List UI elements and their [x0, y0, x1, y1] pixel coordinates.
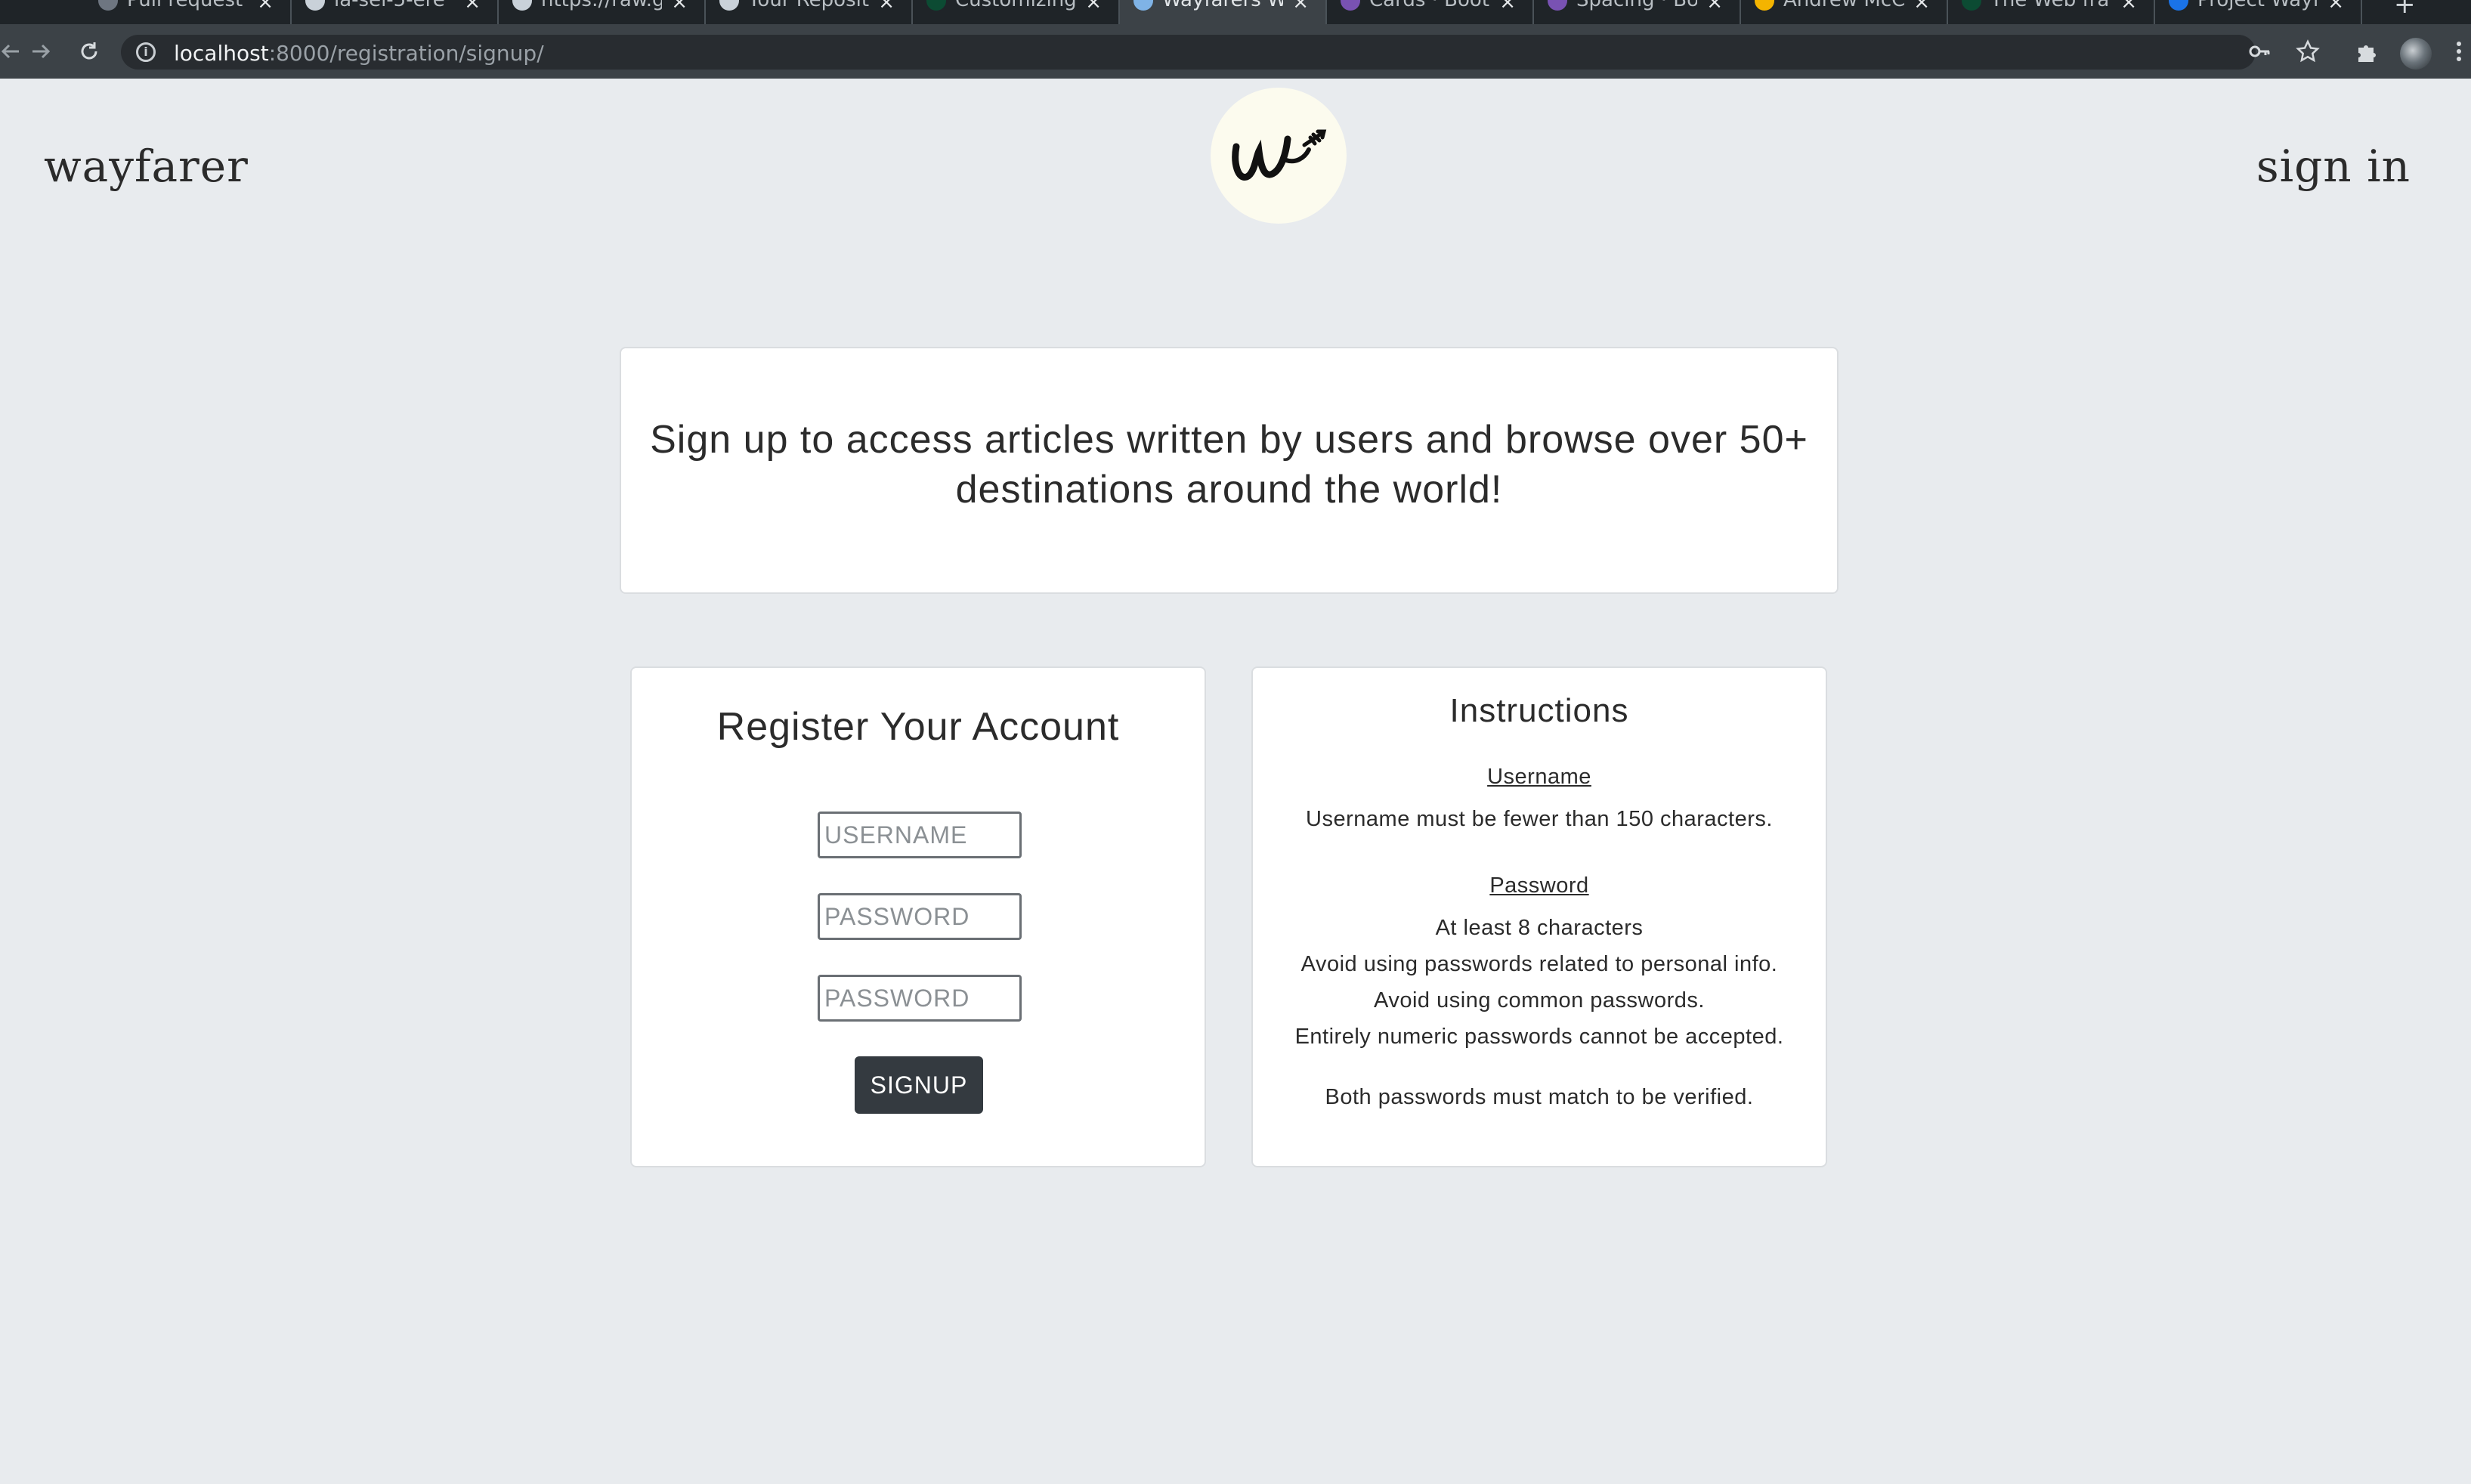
- tab-close-icon[interactable]: ×: [878, 0, 895, 14]
- browser-tab[interactable]: Customizing ×: [913, 0, 1120, 24]
- kebab-menu-icon[interactable]: [2447, 35, 2471, 68]
- password-confirm-input[interactable]: [818, 975, 1022, 1022]
- tab-favicon-icon: [2169, 0, 2188, 11]
- browser-toolbar: i localhost:8000/registration/signup/: [0, 24, 2471, 79]
- register-card: Register Your Account SIGNUP: [630, 666, 1206, 1167]
- address-bar[interactable]: i localhost:8000/registration/signup/: [121, 35, 2256, 70]
- username-input[interactable]: [818, 812, 1022, 858]
- browser-tab[interactable]: la-sei-5-ere ×: [292, 0, 499, 24]
- intro-card: Sign up to access articles written by us…: [620, 347, 1839, 594]
- tab-close-icon[interactable]: ×: [257, 0, 274, 14]
- browser-tab[interactable]: The Web fra ×: [1948, 0, 2155, 24]
- password-input[interactable]: [818, 893, 1022, 940]
- tab-title: Your Reposito: [748, 0, 869, 11]
- brand-link[interactable]: wayfarer: [44, 141, 249, 192]
- tab-title: Spacing · Bo: [1576, 0, 1697, 11]
- logo-w-airplane-icon: [1232, 129, 1327, 181]
- browser-tab[interactable]: https://raw.g ×: [499, 0, 706, 24]
- tab-close-icon[interactable]: ×: [1913, 0, 1930, 14]
- password-rule: Avoid using passwords related to persona…: [1300, 952, 1778, 976]
- url-text[interactable]: localhost:8000/registration/signup/: [174, 41, 544, 66]
- browser-tab[interactable]: Pull request ×: [85, 0, 292, 24]
- tab-close-icon[interactable]: ×: [1085, 0, 1102, 14]
- tab-favicon-icon: [1755, 0, 1774, 11]
- tab-title: https://raw.g: [541, 0, 662, 11]
- browser-tab[interactable]: Your Reposito ×: [706, 0, 913, 24]
- tab-title: Customizing: [955, 0, 1076, 11]
- tab-close-icon[interactable]: ×: [671, 0, 688, 14]
- tab-favicon-icon: [98, 0, 118, 11]
- tab-close-icon[interactable]: ×: [2120, 0, 2137, 14]
- tab-close-icon[interactable]: ×: [1292, 0, 1309, 14]
- register-title: Register Your Account: [716, 705, 1120, 749]
- tab-favicon-icon: [926, 0, 946, 11]
- tab-favicon-icon: [1962, 0, 1981, 11]
- back-arrow-icon[interactable]: [0, 35, 27, 68]
- intro-text: Sign up to access articles written by us…: [621, 415, 1837, 515]
- tab-title: Project Wayfa: [2197, 0, 2318, 11]
- signup-button[interactable]: SIGNUP: [855, 1056, 983, 1114]
- tab-title: The Web fra: [1990, 0, 2110, 11]
- star-icon[interactable]: [2291, 35, 2324, 68]
- browser-tab[interactable]: Wayfarers W ×: [1120, 0, 1327, 24]
- browser-tab-strip: Pull request × la-sei-5-ere × https://raw.g ×…: [0, 0, 2471, 24]
- url-host: localhost: [174, 41, 269, 66]
- url-path: :8000/registration/signup/: [268, 41, 544, 66]
- tab-close-icon[interactable]: ×: [2327, 0, 2344, 14]
- instructions-title: Instructions: [1449, 692, 1629, 729]
- password-rule: Avoid using common passwords.: [1374, 988, 1705, 1013]
- new-tab-icon[interactable]: +: [2394, 0, 2416, 20]
- tab-title: Cards · Boot: [1369, 0, 1490, 11]
- tab-title: Pull request: [127, 0, 243, 11]
- reload-icon[interactable]: [73, 35, 106, 68]
- password-rule: At least 8 characters: [1435, 916, 1644, 940]
- password-match-note: Both passwords must match to be verified…: [1325, 1085, 1754, 1109]
- browser-tab[interactable]: Spacing · Bo ×: [1534, 0, 1741, 24]
- tab-favicon-icon: [512, 0, 532, 11]
- password-rule: Entirely numeric passwords cannot be acc…: [1294, 1025, 1784, 1049]
- tab-title: Andrew McC: [1783, 0, 1904, 11]
- intro-text-content: Sign up to access articles written by us…: [650, 418, 1808, 512]
- forward-arrow-icon[interactable]: [24, 35, 57, 68]
- info-icon[interactable]: i: [136, 42, 156, 62]
- browser-tab[interactable]: Cards · Boot ×: [1327, 0, 1534, 24]
- browser-tab[interactable]: Andrew McC ×: [1741, 0, 1948, 24]
- tab-favicon-icon: [1341, 0, 1360, 11]
- tab-favicon-icon: [305, 0, 325, 11]
- username-heading: Username: [1487, 765, 1591, 789]
- tab-favicon-icon: [1133, 0, 1153, 11]
- password-heading: Password: [1489, 873, 1589, 898]
- tab-close-icon[interactable]: ×: [1706, 0, 1723, 14]
- tab-favicon-icon: [719, 0, 739, 11]
- tab-close-icon[interactable]: ×: [464, 0, 481, 14]
- key-icon[interactable]: [2243, 35, 2276, 68]
- tab-close-icon[interactable]: ×: [1499, 0, 1516, 14]
- page-content: wayfarer sign in Sign up to access artic…: [0, 79, 2471, 1484]
- tab-title: la-sei-5-ere: [334, 0, 445, 11]
- signin-link[interactable]: sign in: [2256, 141, 2411, 192]
- tab-favicon-icon: [1548, 0, 1567, 11]
- instructions-card: Instructions Username Username must be f…: [1251, 666, 1827, 1167]
- username-rule: Username must be fewer than 150 characte…: [1306, 807, 1773, 831]
- puzzle-icon[interactable]: [2350, 35, 2383, 68]
- browser-tab[interactable]: Project Wayfa ×: [2155, 0, 2362, 24]
- tab-title: Wayfarers W: [1162, 0, 1283, 11]
- profile-avatar[interactable]: [2400, 38, 2432, 70]
- wayfarer-logo[interactable]: [1211, 88, 1347, 224]
